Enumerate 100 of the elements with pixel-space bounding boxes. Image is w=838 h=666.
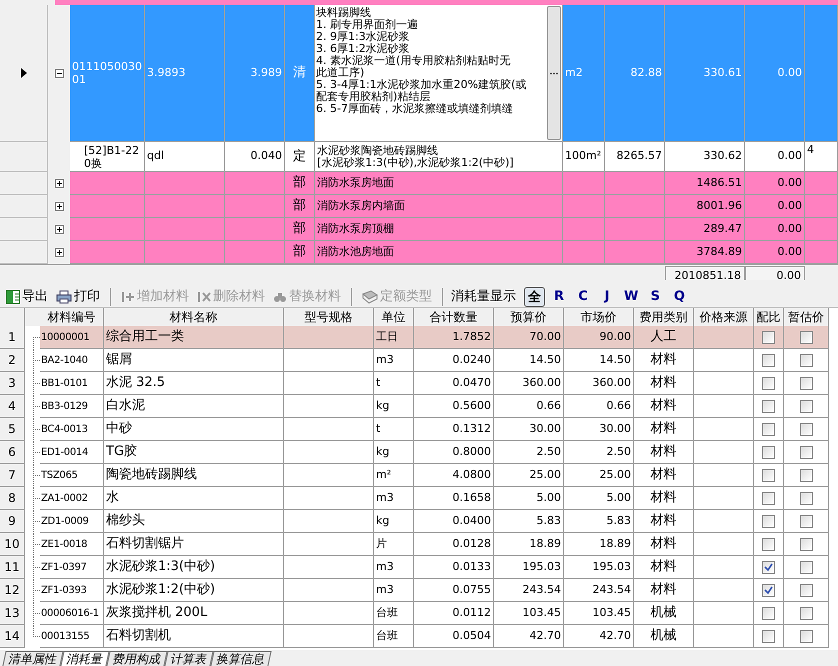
- tab[interactable]: 计算表: [164, 651, 214, 666]
- checkbox[interactable]: [762, 538, 775, 550]
- checkbox[interactable]: [800, 606, 812, 620]
- toolbar-button[interactable]: 打印: [54, 286, 102, 306]
- filter-tab[interactable]: Q: [669, 286, 690, 306]
- ellipsis-icon[interactable]: [547, 6, 561, 140]
- table-cell: 部: [285, 218, 315, 241]
- checkbox[interactable]: [800, 376, 812, 390]
- checkbox[interactable]: [762, 584, 775, 596]
- checkbox[interactable]: [800, 446, 812, 458]
- column-header[interactable]: 材料名称: [170, 308, 218, 326]
- row-number[interactable]: 14: [0, 625, 25, 648]
- table-cell: 25.00: [564, 464, 634, 487]
- row-number[interactable]: 13: [0, 602, 25, 625]
- filter-tab[interactable]: 全: [524, 286, 545, 306]
- checkbox[interactable]: [762, 354, 775, 366]
- row-number[interactable]: 10: [0, 533, 25, 556]
- checkbox[interactable]: [800, 514, 812, 528]
- table-cell: [805, 218, 838, 241]
- checkbox[interactable]: [762, 514, 775, 528]
- checkbox[interactable]: [800, 560, 812, 574]
- column-header[interactable]: 市场价: [580, 308, 616, 326]
- expand-icon[interactable]: [54, 225, 64, 234]
- row-number[interactable]: 8: [0, 487, 25, 510]
- column-header[interactable]: 材料编号: [48, 308, 96, 326]
- row-number[interactable]: 2: [0, 349, 25, 372]
- checkbox[interactable]: [800, 630, 812, 642]
- table-cell: 18.89: [494, 533, 564, 556]
- checkbox[interactable]: [800, 330, 812, 344]
- table-cell: 1486.51: [665, 172, 745, 195]
- row-number[interactable]: 6: [0, 441, 25, 464]
- checkbox[interactable]: [762, 422, 775, 436]
- table-cell: 材料: [634, 556, 694, 579]
- filter-tab[interactable]: S: [645, 286, 666, 306]
- checkbox[interactable]: [762, 330, 775, 344]
- table-cell: 陶瓷地砖踢脚线: [104, 464, 284, 487]
- expand-icon[interactable]: [54, 202, 64, 211]
- table-cell: 70.00: [494, 326, 564, 349]
- table-cell: 0.1312: [414, 418, 494, 441]
- row-number[interactable]: 7: [0, 464, 25, 487]
- column-header[interactable]: 暂估价: [788, 308, 824, 326]
- table-cell: 人工: [634, 326, 694, 349]
- table-cell: [805, 195, 838, 218]
- table-cell: 0.5600: [414, 395, 494, 418]
- collapse-icon[interactable]: [54, 69, 64, 78]
- column-header[interactable]: 配比: [756, 308, 780, 326]
- checkbox[interactable]: [762, 560, 775, 574]
- table-cell: 材料: [634, 579, 694, 602]
- table-cell: 机械: [634, 625, 694, 648]
- table-cell: 3.9893: [145, 5, 225, 142]
- row-number[interactable]: 5: [0, 418, 25, 441]
- checkbox[interactable]: [762, 630, 775, 642]
- row-number[interactable]: 9: [0, 510, 25, 533]
- column-header[interactable]: 预算价: [510, 308, 546, 326]
- filter-tab[interactable]: C: [573, 286, 593, 306]
- toolbar-button[interactable]: 导出: [4, 286, 50, 306]
- checkbox[interactable]: [800, 422, 812, 436]
- row-number[interactable]: 12: [0, 579, 25, 602]
- table-cell: 消防水泵房内墙面: [315, 195, 563, 218]
- column-header[interactable]: 型号规格: [304, 308, 352, 326]
- filter-tab[interactable]: J: [597, 286, 617, 306]
- checkbox[interactable]: [800, 492, 812, 504]
- tab[interactable]: 消耗量: [60, 651, 110, 666]
- checkbox[interactable]: [800, 538, 812, 550]
- checkbox[interactable]: [762, 468, 775, 482]
- total-cell: 2010851.18: [665, 266, 745, 280]
- checkbox[interactable]: [800, 354, 812, 366]
- checkbox[interactable]: [762, 376, 775, 390]
- checkbox[interactable]: [762, 446, 775, 458]
- table-cell: 011105003001: [70, 5, 145, 142]
- tab[interactable]: 清单属性: [2, 651, 64, 666]
- table-cell: kg: [374, 395, 414, 418]
- checkbox[interactable]: [800, 400, 812, 412]
- expand-icon[interactable]: [54, 248, 64, 257]
- column-header[interactable]: 合计数量: [430, 308, 478, 326]
- column-header[interactable]: 单位: [382, 308, 406, 326]
- row-number[interactable]: 11: [0, 556, 25, 579]
- checkbox[interactable]: [762, 606, 775, 620]
- table-cell: m²: [374, 464, 414, 487]
- table-cell: 0.0470: [414, 372, 494, 395]
- tab[interactable]: 费用构成: [106, 651, 168, 666]
- table-cell: 3784.89: [665, 241, 745, 264]
- checkbox[interactable]: [762, 492, 775, 504]
- table-cell: m2: [563, 5, 605, 142]
- filter-tab[interactable]: R: [549, 286, 569, 306]
- checkbox[interactable]: [800, 468, 812, 482]
- row-number[interactable]: 4: [0, 395, 25, 418]
- row-number[interactable]: 3: [0, 372, 25, 395]
- tab[interactable]: 换算信息: [210, 651, 272, 666]
- expand-icon[interactable]: [54, 179, 64, 188]
- filter-tab[interactable]: W: [621, 286, 642, 306]
- table-cell: 330.61: [665, 5, 745, 142]
- column-header[interactable]: 费用类别: [640, 308, 688, 326]
- table-cell: 10000001: [40, 326, 104, 349]
- table-cell: 0.0128: [414, 533, 494, 556]
- checkbox[interactable]: [800, 584, 812, 596]
- row-number[interactable]: 1: [0, 326, 25, 349]
- table-cell: 材料: [634, 487, 694, 510]
- column-header[interactable]: 价格来源: [700, 308, 748, 326]
- checkbox[interactable]: [762, 400, 775, 412]
